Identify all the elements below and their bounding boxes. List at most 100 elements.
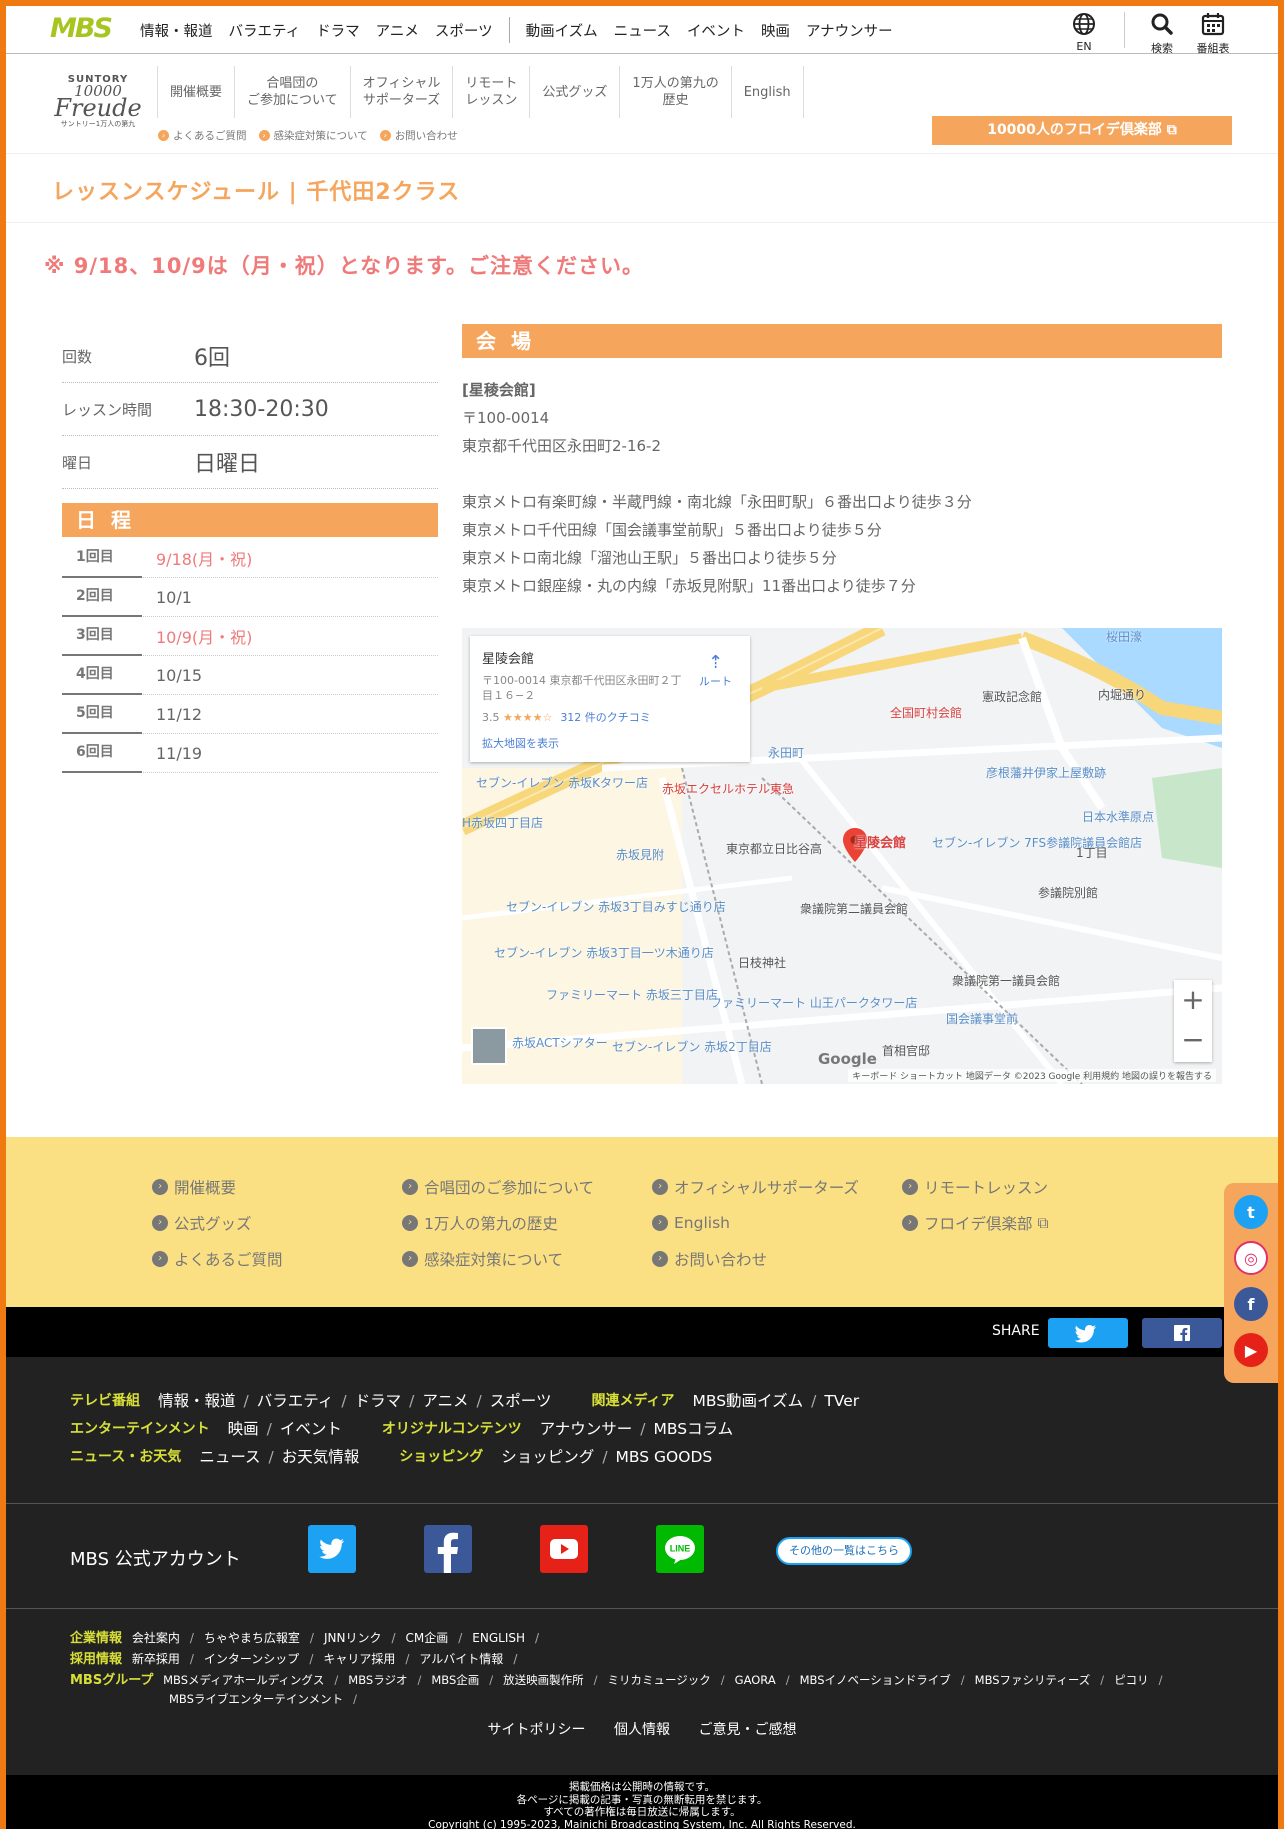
corp-link[interactable]: GAORA (735, 1673, 776, 1687)
subnav-history[interactable]: 1万人の第九の 歴史 (619, 66, 730, 118)
separator: / (189, 1652, 194, 1666)
footer-cat-link[interactable]: スポーツ (490, 1387, 552, 1415)
footer-link[interactable]: › よくあるご質問 (152, 1247, 402, 1271)
rail-instagram-button[interactable]: ◎ (1234, 1241, 1268, 1275)
freude-logo[interactable]: SUNTORY 10000 Freude サントリー1万人の第九 (50, 74, 146, 128)
corp-link[interactable]: ピコリ (1114, 1673, 1149, 1687)
footer-cat-link[interactable]: 映画 (228, 1415, 259, 1443)
language-button[interactable]: EN (1060, 6, 1108, 54)
corp-link[interactable]: インターンシップ (204, 1652, 299, 1666)
nav-douga-ism[interactable]: 動画イズム (526, 20, 598, 41)
footer-link[interactable]: › リモートレッスン (902, 1175, 1152, 1199)
footer-link[interactable]: › 感染症対策について (402, 1247, 652, 1271)
corp-link[interactable]: 新卒採用 (132, 1652, 180, 1666)
google-map[interactable]: 桜田濠 憲政記念館 内堀通り 全国町村会館 永田町 赤坂エクセルホテル東急 セブ… (462, 628, 1222, 1084)
footer-link[interactable]: › オフィシャルサポーターズ (652, 1175, 902, 1199)
corp-link[interactable]: MBSラジオ (348, 1673, 407, 1687)
nav-anime[interactable]: アニメ (376, 20, 419, 41)
footer-cat-link[interactable]: MBSコラム (654, 1415, 734, 1443)
nav-variety[interactable]: バラエティ (229, 20, 301, 41)
nav-announcer[interactable]: アナウンサー (806, 20, 893, 41)
mbs-facebook-button[interactable] (424, 1525, 472, 1573)
footer-cat-link[interactable]: アニメ (422, 1387, 468, 1415)
nav-sports[interactable]: スポーツ (435, 20, 493, 41)
subnav-supporters[interactable]: オフィシャル サポーターズ (349, 66, 453, 118)
footer-cat-link[interactable]: 情報・報道 (158, 1387, 236, 1415)
share-facebook-button[interactable] (1142, 1318, 1222, 1348)
search-button[interactable]: 検索 (1138, 6, 1186, 55)
route-button[interactable]: ⇡ ルート (699, 652, 732, 689)
footer-cat-link[interactable]: MBS GOODS (616, 1443, 713, 1471)
footer-cat-link[interactable]: ショッピング (501, 1443, 594, 1471)
corp-link[interactable]: ENGLISH (472, 1631, 525, 1645)
corp-link[interactable]: MBSメディアホールディングス (163, 1673, 324, 1687)
link-faq[interactable]: › よくあるご質問 (158, 128, 247, 143)
feedback-link[interactable]: ご意見・ご感想 (698, 1722, 796, 1738)
nav-news-info[interactable]: 情報・報道 (140, 20, 213, 41)
accounts-more-button[interactable]: その他の一覧はこちら (776, 1537, 912, 1565)
footer-cat-link[interactable]: ニュース (199, 1443, 260, 1471)
schedule-button[interactable]: 番組表 (1189, 6, 1237, 55)
site-policy-link[interactable]: サイトポリシー (488, 1722, 586, 1738)
link-contact[interactable]: › お問い合わせ (379, 128, 458, 143)
corp-link[interactable]: アルバイト情報 (419, 1652, 503, 1666)
corp-link[interactable]: JNNリンク (324, 1631, 382, 1645)
footer-link[interactable]: › 合唱団のご参加について (402, 1175, 652, 1199)
zoom-out-button[interactable]: − (1174, 1020, 1212, 1060)
cat-corporate: 企業情報 (70, 1631, 123, 1646)
mbs-twitter-button[interactable] (308, 1525, 356, 1573)
footer-cat-link[interactable]: お天気情報 (282, 1443, 360, 1471)
corp-link[interactable]: ミリカミュージック (608, 1673, 711, 1687)
subnav-goods[interactable]: 公式グッズ (529, 66, 619, 118)
freude-club-button[interactable]: 10000人のフロイデ倶楽部 ⧉ (932, 116, 1232, 145)
subnav-remote[interactable]: リモート レッスン (452, 66, 529, 118)
privacy-link[interactable]: 個人情報 (614, 1722, 670, 1738)
share-twitter-button[interactable] (1048, 1318, 1128, 1348)
footer-cat-link[interactable]: イベント (280, 1415, 342, 1443)
corp-link[interactable]: 放送映画製作所 (503, 1673, 584, 1687)
corp-link[interactable]: ちゃやまち広報室 (204, 1631, 300, 1645)
rail-youtube-button[interactable]: ▶ (1234, 1333, 1268, 1367)
reviews-link[interactable]: 312 件のクチコミ (560, 711, 651, 724)
mbs-youtube-button[interactable] (540, 1525, 588, 1573)
corp-link[interactable]: キャリア採用 (323, 1652, 395, 1666)
nav-movie[interactable]: 映画 (761, 20, 790, 41)
footer-cat-link[interactable]: ドラマ (355, 1387, 402, 1415)
rail-twitter-button[interactable]: t (1234, 1195, 1268, 1229)
footer-link[interactable]: › 公式グッズ (152, 1211, 402, 1235)
footer-cat-link[interactable]: バラエティ (257, 1387, 334, 1415)
info-row: 曜日 日曜日 (62, 436, 438, 489)
footer-link[interactable]: › 1万人の第九の歴史 (402, 1211, 652, 1235)
subnav-overview[interactable]: 開催概要 (157, 66, 234, 118)
route-label: ルート (699, 675, 732, 688)
map-attribution[interactable]: キーボード ショートカット 地図データ ©2023 Google 利用規約 地図… (848, 1069, 1216, 1082)
footer-cat-link[interactable]: アナウンサー (540, 1415, 633, 1443)
footer-cat-link[interactable]: MBS動画イズム (692, 1387, 803, 1415)
nav-drama[interactable]: ドラマ (316, 20, 360, 41)
cat-shopping: ショッピング (399, 1449, 484, 1465)
footer-cat-link[interactable]: TVer (824, 1387, 859, 1415)
footer-link[interactable]: › English (652, 1211, 902, 1235)
copyright: 掲載価格は公開時の情報です。 各ページに掲載の記事・写真の無断転用を禁じます。 … (6, 1775, 1278, 1829)
footer-link[interactable]: › 開催概要 (152, 1175, 402, 1199)
enlarge-map-link[interactable]: 拡大地図を表示 (482, 735, 738, 751)
corp-link[interactable]: MBSファシリティーズ (975, 1673, 1091, 1687)
mbs-line-button[interactable]: LINE (656, 1525, 704, 1573)
corp-link[interactable]: MBSライブエンターテインメント (169, 1692, 343, 1706)
venue-name: [星稜会館] (462, 381, 536, 399)
corp-row: 企業情報 会社案内 / ちゃやまち広報室 / JNNリンク / CM企画 / ENGLISH / (70, 1628, 1173, 1649)
mbs-logo[interactable]: MBS (50, 15, 124, 42)
corp-link[interactable]: MBS企画 (431, 1673, 479, 1687)
corp-link[interactable]: MBSイノベーションドライブ (800, 1673, 951, 1687)
subnav-choir[interactable]: 合唱団の ご参加について (234, 66, 350, 118)
corp-link[interactable]: CM企画 (406, 1631, 449, 1645)
footer-link[interactable]: › フロイデ倶楽部 ⧉ (902, 1211, 1152, 1235)
nav-event[interactable]: イベント (687, 20, 745, 41)
corp-link[interactable]: 会社案内 (132, 1631, 180, 1645)
link-infection[interactable]: › 感染症対策について (258, 128, 368, 143)
subnav-english[interactable]: English (730, 66, 804, 118)
zoom-in-button[interactable]: + (1174, 980, 1212, 1020)
nav-news[interactable]: ニュース (614, 20, 671, 41)
rail-facebook-button[interactable]: f (1234, 1287, 1268, 1321)
footer-link[interactable]: › お問い合わせ (652, 1247, 902, 1271)
